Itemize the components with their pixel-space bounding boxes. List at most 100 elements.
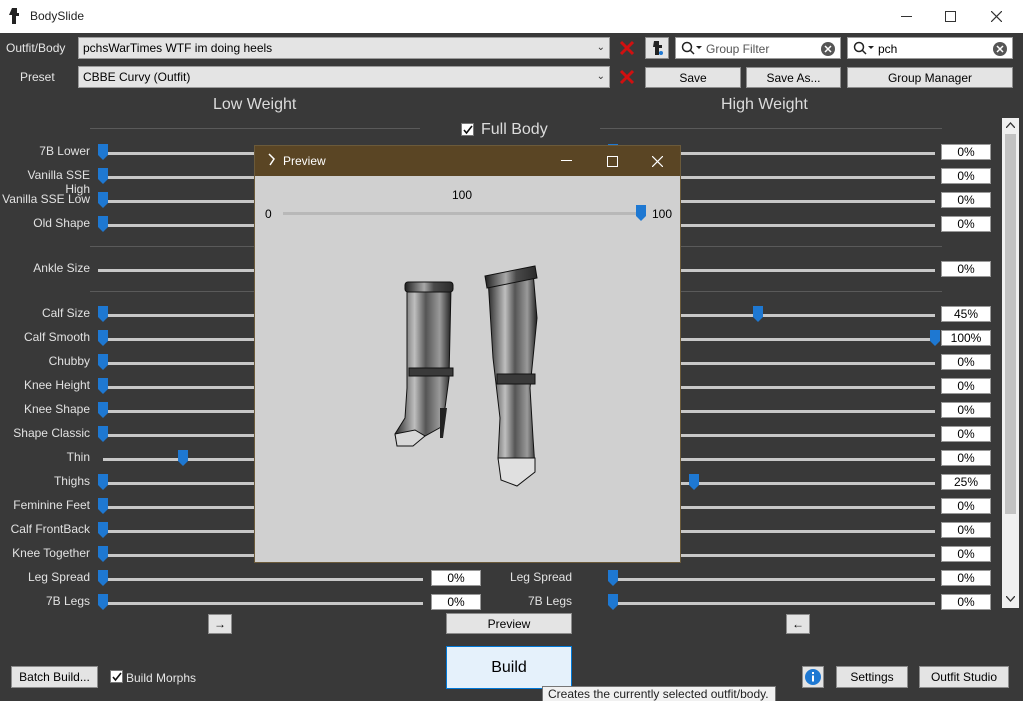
high-weight-slider-thumb[interactable] <box>689 474 699 490</box>
slider-label: Thin <box>66 450 90 464</box>
group-filter-placeholder: Group Filter <box>706 42 770 56</box>
low-weight-slider-thumb[interactable] <box>98 594 108 610</box>
high-weight-value-input[interactable]: 100% <box>941 330 991 346</box>
low-weight-slider-thumb[interactable] <box>98 168 108 184</box>
boots-3d-render <box>394 265 538 487</box>
scroll-up-icon[interactable] <box>1006 122 1015 128</box>
slider-label: Knee Height <box>23 378 90 392</box>
preview-close-button[interactable] <box>634 146 680 176</box>
full-body-label: Full Body <box>481 121 548 138</box>
maximize-button[interactable] <box>927 0 973 33</box>
group-filter-search[interactable]: Group Filter <box>675 37 841 59</box>
high-weight-heading: High Weight <box>721 96 808 113</box>
high-weight-slider-thumb[interactable] <box>608 594 618 610</box>
high-weight-value-input[interactable]: 0% <box>941 522 991 538</box>
low-weight-slider-thumb[interactable] <box>98 498 108 514</box>
slider-label: Ankle Size <box>33 261 90 275</box>
title-bar: BodySlide <box>0 0 1023 33</box>
high-weight-value-input[interactable]: 0% <box>941 498 991 514</box>
minimize-button[interactable] <box>883 0 929 33</box>
scrollbar-thumb[interactable] <box>1005 134 1016 514</box>
low-weight-slider-thumb[interactable] <box>98 330 108 346</box>
low-weight-slider-thumb[interactable] <box>178 450 188 466</box>
low-weight-slider-thumb[interactable] <box>98 192 108 208</box>
outfit-filter-options-button[interactable] <box>645 37 669 59</box>
low-weight-value-input[interactable]: 0% <box>431 570 481 586</box>
preview-button[interactable]: Preview <box>446 613 572 634</box>
high-weight-value-input[interactable]: 45% <box>941 306 991 322</box>
settings-button[interactable]: Settings <box>836 666 908 688</box>
checkmark-icon <box>463 125 473 135</box>
clear-outfit-button[interactable] <box>617 38 637 58</box>
slider-label: Knee Shape <box>23 402 90 416</box>
low-weight-slider-thumb[interactable] <box>98 474 108 490</box>
low-weight-slider-thumb[interactable] <box>98 426 108 442</box>
high-weight-value-input[interactable]: 0% <box>941 144 991 160</box>
slider-label: Knee Together <box>12 546 90 560</box>
low-weight-slider-thumb[interactable] <box>98 402 108 418</box>
preview-minimize-button[interactable] <box>543 146 589 176</box>
high-weight-value-input[interactable]: 0% <box>941 402 991 418</box>
preset-combo[interactable]: CBBE Curvy (Outfit) ⌄ <box>78 66 610 88</box>
group-manager-button[interactable]: Group Manager <box>847 67 1013 88</box>
clear-preset-button[interactable] <box>617 67 637 87</box>
build-morphs-checkbox[interactable] <box>110 670 123 683</box>
build-tooltip: Creates the currently selected outfit/bo… <box>542 686 776 701</box>
low-weight-slider-track[interactable] <box>103 578 423 581</box>
preview-weight-thumb[interactable] <box>636 205 646 221</box>
clear-search-icon[interactable] <box>992 41 1008 57</box>
high-weight-value-input[interactable]: 0% <box>941 378 991 394</box>
copy-to-low-button[interactable]: ← <box>786 614 810 634</box>
save-as-preset-button[interactable]: Save As... <box>746 67 841 88</box>
save-preset-button[interactable]: Save <box>645 67 741 88</box>
high-weight-value-input[interactable]: 25% <box>941 474 991 490</box>
low-weight-slider-thumb[interactable] <box>98 546 108 562</box>
maximize-icon <box>606 155 618 167</box>
high-weight-value-input[interactable]: 0% <box>941 261 991 277</box>
preview-maximize-button[interactable] <box>589 146 635 176</box>
high-weight-value-input[interactable]: 0% <box>941 216 991 232</box>
high-weight-slider-thumb[interactable] <box>608 570 618 586</box>
clear-search-icon[interactable] <box>820 41 836 57</box>
close-icon <box>651 155 663 167</box>
outfit-body-combo[interactable]: pchsWarTimes WTF im doing heels ⌄ <box>78 37 610 59</box>
low-weight-slider-thumb[interactable] <box>98 144 108 160</box>
window-title: BodySlide <box>30 9 85 23</box>
copy-to-high-button[interactable]: → <box>208 614 232 634</box>
high-weight-slider-thumb[interactable] <box>753 306 763 322</box>
scroll-down-icon[interactable] <box>1006 596 1015 602</box>
high-weight-value-input[interactable]: 0% <box>941 594 991 610</box>
outfit-studio-button[interactable]: Outfit Studio <box>919 666 1009 688</box>
low-weight-value-input[interactable]: 0% <box>431 594 481 610</box>
outfit-filter-search[interactable]: pch <box>847 37 1013 59</box>
high-weight-slider-track[interactable] <box>613 602 935 605</box>
low-weight-slider-thumb[interactable] <box>98 522 108 538</box>
minimize-icon <box>900 15 912 17</box>
high-weight-value-input[interactable]: 0% <box>941 570 991 586</box>
vertical-scrollbar[interactable] <box>1002 118 1019 608</box>
low-weight-slider-track[interactable] <box>103 602 423 605</box>
high-weight-value-input[interactable]: 0% <box>941 192 991 208</box>
preview-weight-track[interactable] <box>283 212 641 215</box>
low-weight-slider-thumb[interactable] <box>98 354 108 370</box>
high-weight-value-input[interactable]: 0% <box>941 426 991 442</box>
low-weight-slider-thumb[interactable] <box>98 570 108 586</box>
high-weight-value-input[interactable]: 0% <box>941 546 991 562</box>
close-button[interactable] <box>973 0 1019 33</box>
build-button[interactable]: Build <box>446 646 572 689</box>
low-weight-slider-thumb[interactable] <box>98 306 108 322</box>
batch-build-button[interactable]: Batch Build... <box>11 666 98 688</box>
slider-label: Calf Size <box>41 306 90 320</box>
high-weight-slider-track[interactable] <box>613 578 935 581</box>
high-weight-slider-thumb[interactable] <box>930 330 940 346</box>
full-body-checkbox[interactable] <box>461 123 474 136</box>
slider-label: Leg Spread <box>27 570 90 584</box>
high-weight-value-input[interactable]: 0% <box>941 168 991 184</box>
high-weight-value-input[interactable]: 0% <box>941 450 991 466</box>
low-weight-heading: Low Weight <box>213 96 297 113</box>
low-weight-slider-thumb[interactable] <box>98 216 108 232</box>
low-weight-slider-thumb[interactable] <box>98 378 108 394</box>
high-weight-value-input[interactable]: 0% <box>941 354 991 370</box>
slider-label: Vanilla SSE Low <box>2 192 90 206</box>
info-button[interactable] <box>802 666 824 688</box>
